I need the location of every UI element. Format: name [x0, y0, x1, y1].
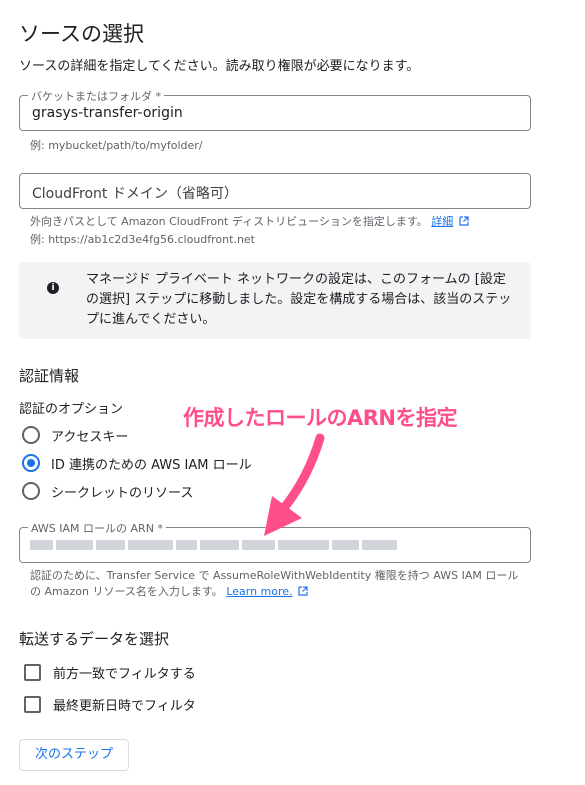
radio-label: ID 連携のための AWS IAM ロール — [51, 457, 252, 473]
info-icon: i — [47, 282, 59, 294]
external-link-icon[interactable] — [298, 586, 308, 596]
annotation-callout: 作成したロールのARNを指定 — [183, 406, 458, 430]
info-box: i マネージド プライベート ネットワークの設定は、このフォームの [設定の選択… — [19, 262, 531, 339]
radio-button[interactable] — [22, 426, 40, 444]
source-selection-page: ソースの選択 ソースの詳細を指定してください。読み取り権限が必要になります。 バ… — [0, 0, 585, 785]
checkbox-prefix-filter[interactable]: 前方一致でフィルタする — [24, 661, 196, 683]
data-filter-section-title: 転送するデータを選択 — [19, 630, 170, 648]
external-link-icon[interactable] — [459, 216, 469, 226]
iam-role-arn-label: AWS IAM ロールの ARN * — [28, 520, 166, 536]
info-text: マネージド プライベート ネットワークの設定は、このフォームの [設定の選択] … — [86, 272, 512, 327]
radio-button-selected[interactable] — [22, 454, 40, 472]
bucket-input-value: grasys-transfer-origin — [32, 105, 183, 121]
radio-label: シークレットのリソース — [51, 485, 194, 501]
radio-iam-role[interactable]: ID 連携のための AWS IAM ロール — [22, 452, 252, 474]
radio-button[interactable] — [22, 482, 40, 500]
arn-hint: 認証のために、Transfer Service で AssumeRoleWith… — [30, 568, 520, 600]
redacted-arn-value — [30, 540, 400, 550]
bucket-hint: 例: mybucket/path/to/myfolder/ — [30, 139, 203, 152]
page-title: ソースの選択 — [19, 22, 144, 46]
next-step-button[interactable]: 次のステップ — [19, 739, 129, 771]
radio-access-key[interactable]: アクセスキー — [22, 424, 128, 446]
auth-options-label: 認証のオプション — [19, 402, 124, 417]
cloudfront-learn-more-link[interactable]: 詳細 — [431, 215, 453, 228]
cloudfront-domain-input[interactable]: CloudFront ドメイン（省略可） — [19, 173, 531, 209]
page-subtitle: ソースの詳細を指定してください。読み取り権限が必要になります。 — [19, 59, 420, 74]
checkbox-modified-time-filter[interactable]: 最終更新日時でフィルタ — [24, 693, 196, 715]
arn-learn-more-link[interactable]: Learn more. — [226, 585, 292, 598]
bucket-input[interactable]: バケットまたはフォルダ * grasys-transfer-origin — [19, 88, 531, 131]
checkbox-label: 前方一致でフィルタする — [53, 666, 196, 682]
cloudfront-hint: 外向きパスとして Amazon CloudFront ディストリビューションを指… — [30, 213, 469, 229]
auth-section-title: 認証情報 — [19, 367, 80, 385]
checkbox[interactable] — [24, 695, 41, 713]
annotation-arrow-icon — [264, 433, 325, 536]
radio-secret-resource[interactable]: シークレットのリソース — [22, 480, 193, 502]
cloudfront-domain-placeholder: CloudFront ドメイン（省略可） — [32, 186, 238, 202]
radio-label: アクセスキー — [51, 429, 129, 445]
cloudfront-hint-text: 外向きパスとして Amazon CloudFront ディストリビューションを指… — [30, 215, 428, 228]
checkbox[interactable] — [24, 663, 41, 681]
bucket-input-label: バケットまたはフォルダ * — [28, 88, 164, 104]
cloudfront-example: 例: https://ab1c2d3e4fg56.cloudfront.net — [30, 233, 256, 246]
checkbox-label: 最終更新日時でフィルタ — [53, 698, 196, 714]
